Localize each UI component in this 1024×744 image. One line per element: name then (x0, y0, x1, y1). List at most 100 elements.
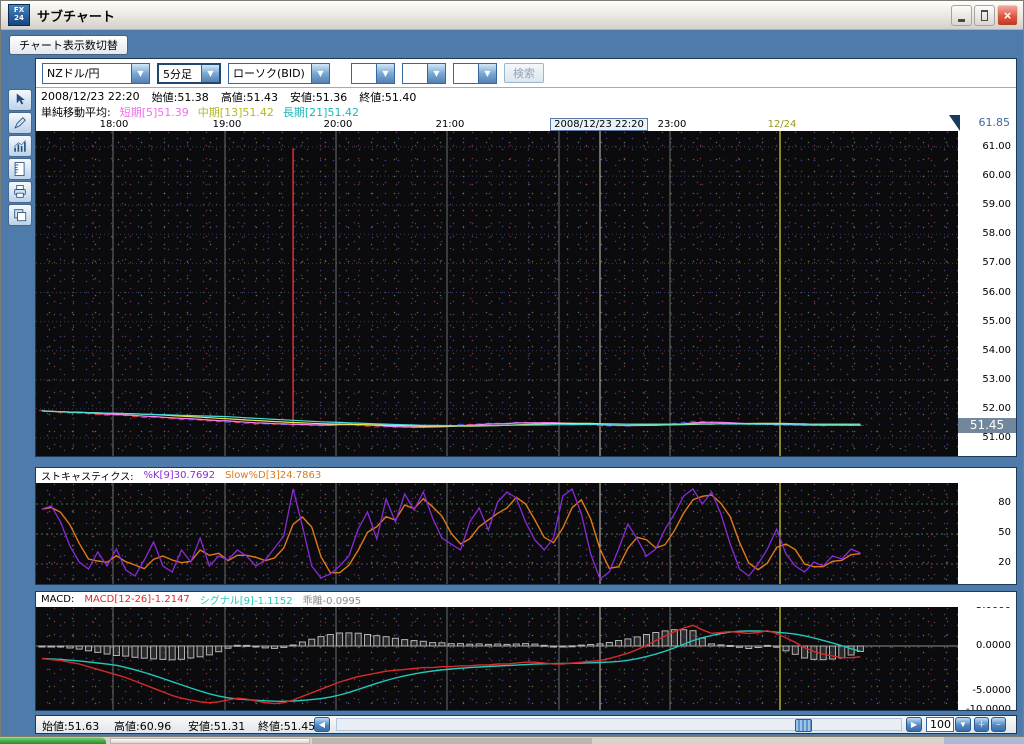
chart-scrollbar[interactable] (336, 718, 902, 731)
ma-label: 単純移動平均: (41, 104, 111, 120)
chevron-down-icon[interactable]: ▼ (478, 64, 496, 83)
scale-tool-button[interactable] (8, 158, 32, 180)
time-tick: 20:00 (324, 119, 353, 130)
zoom-select-arrow[interactable]: ▼ (955, 717, 971, 732)
ohlc-info-bar: 2008/12/23 22:20 始値:51.38 高値:51.43 安値:51… (36, 88, 1016, 105)
chevron-down-icon[interactable]: ▼ (427, 64, 445, 83)
axis-tick: 80 (998, 497, 1011, 508)
session-low: 安値:51.31 (188, 718, 245, 734)
candlestick-chart[interactable] (36, 131, 958, 456)
app-window: FX 24 サブチャート × チャート表示数切替 NZドル/円 ▼ 5分足 ▼ (0, 0, 1024, 737)
maximize-button[interactable] (974, 5, 995, 26)
chevron-down-icon[interactable]: ▼ (376, 64, 394, 83)
stochastics-header: ストキャスティクス: %K[9]30.7692 Slow%D[3]24.7863 (36, 468, 1016, 483)
copy-icon (11, 206, 29, 224)
search-button[interactable]: 検索 (504, 63, 544, 83)
title-bar[interactable]: FX 24 サブチャート × (1, 1, 1023, 30)
ruler-icon (11, 160, 29, 178)
indicator-select-2[interactable]: ▼ (402, 63, 446, 84)
axis-tick: 56.00 (982, 287, 1011, 298)
maximize-icon (981, 10, 988, 21)
axis-tick: 61.00 (982, 141, 1011, 152)
chart-max-price-tag: 61.85 (960, 115, 1014, 131)
window-title: サブチャート (37, 6, 115, 25)
indicator-select-1[interactable]: ▼ (351, 63, 395, 84)
axis-tick: 53.00 (982, 374, 1011, 385)
app-icon: FX 24 (8, 4, 30, 26)
scroll-left-button[interactable]: ◀ (314, 717, 330, 732)
stochastics-d-value: Slow%D[3]24.7863 (225, 470, 321, 481)
axis-tick: -10.0000 (966, 704, 1011, 710)
stochastics-k-value: %K[9]30.7692 (143, 470, 215, 481)
scrollbar-thumb[interactable] (795, 719, 812, 732)
candle-low: 安値:51.36 (290, 89, 347, 105)
macd-signal-value: シグナル[9]-1.1152 (200, 592, 293, 607)
candle-datetime: 2008/12/23 22:20 (41, 90, 140, 103)
scroll-right-button[interactable]: ▶ (906, 717, 922, 732)
axis-tick: 58.00 (982, 228, 1011, 239)
minimize-icon (958, 19, 965, 22)
ma-long-value: 長期[21]51.42 (283, 104, 359, 120)
start-button[interactable] (0, 737, 106, 744)
candle-close: 終値:51.40 (359, 89, 416, 105)
chevron-down-icon[interactable]: ▼ (201, 65, 219, 82)
stochastics-chart[interactable] (36, 483, 958, 584)
axis-tick: 5.0000 (976, 607, 1011, 611)
bottom-status-bar: 始値:51.63 高値:60.96 安値:51.31 終値:51.45 ◀ ▶ … (35, 715, 1017, 734)
chevron-down-icon[interactable]: ▼ (311, 64, 329, 83)
newday-tick: 12/24 (768, 119, 797, 130)
instrument-toolbar: NZドル/円 ▼ 5分足 ▼ ローソク(BID) ▼ ▼ ▼ ▼ 検索 (36, 59, 1016, 88)
zoom-level-input[interactable]: 100 (926, 717, 954, 732)
zoom-in-button[interactable]: ＋ (974, 717, 989, 732)
ma-mid-value: 中期[13]51.42 (198, 104, 274, 120)
axis-tick: 55.00 (982, 316, 1011, 327)
cursor-arrow-icon (11, 91, 29, 109)
chart-count-toggle-button[interactable]: チャート表示数切替 (9, 35, 128, 55)
axis-tick: 0.0000 (976, 640, 1011, 651)
save-tool-button[interactable] (8, 204, 32, 226)
bar-chart-icon (11, 137, 29, 155)
candle-open: 始値:51.38 (152, 89, 209, 105)
taskbar-button[interactable] (110, 738, 310, 744)
close-button[interactable]: × (997, 5, 1018, 26)
axis-tick: 57.00 (982, 257, 1011, 268)
selected-candle-time-box[interactable]: 2008/12/23 22:20 (550, 118, 648, 131)
close-icon: × (1004, 8, 1012, 23)
time-tick: 23:00 (658, 119, 687, 130)
taskbar (0, 737, 1024, 744)
macd-panel: MACD: MACD[12-26]-1.2147 シグナル[9]-1.1152 … (35, 591, 1017, 711)
select-tool-button[interactable] (8, 89, 32, 111)
macd-value: MACD[12-26]-1.2147 (84, 594, 189, 605)
minimize-button[interactable] (951, 5, 972, 26)
taskbar-button[interactable] (312, 738, 592, 744)
macd-chart[interactable] (36, 607, 958, 710)
axis-tick: 52.00 (982, 403, 1011, 414)
session-close: 終値:51.45 (258, 718, 315, 734)
system-tray (944, 737, 1024, 744)
chart-type-tool-button[interactable] (8, 135, 32, 157)
time-tick: 19:00 (213, 119, 242, 130)
chevron-down-icon[interactable]: ▼ (131, 64, 149, 83)
session-high: 高値:60.96 (114, 718, 171, 734)
candle-high: 高値:51.43 (221, 89, 278, 105)
chart-style-select[interactable]: ローソク(BID) ▼ (228, 63, 330, 84)
draw-tool-button[interactable] (8, 112, 32, 134)
axis-tick: 59.00 (982, 199, 1011, 210)
timeframe-select[interactable]: 5分足 ▼ (157, 63, 221, 84)
macd-header: MACD: MACD[12-26]-1.2147 シグナル[9]-1.1152 … (36, 592, 1016, 607)
current-price-tag: 51.45 (958, 418, 1016, 433)
stochastics-panel: ストキャスティクス: %K[9]30.7692 Slow%D[3]24.7863… (35, 467, 1017, 585)
axis-tick: 60.00 (982, 170, 1011, 181)
print-tool-button[interactable] (8, 181, 32, 203)
indicator-select-3[interactable]: ▼ (453, 63, 497, 84)
macd-axis: 5.00000.0000-5.0000-10.0000 (958, 607, 1016, 710)
time-tick: 21:00 (436, 119, 465, 130)
price-axis: 51.45 61.00 60.00 59.00 58.00 57.00 56.00 55.0… (958, 131, 1016, 456)
macd-label: MACD: (41, 594, 74, 605)
stochastics-label: ストキャスティクス: (41, 468, 133, 483)
moving-average-bar: 単純移動平均: 短期[5]51.39 中期[13]51.42 長期[21]51.… (36, 105, 1016, 119)
axis-tick: 50 (998, 527, 1011, 538)
zoom-out-button[interactable]: − (991, 717, 1006, 732)
currency-pair-select[interactable]: NZドル/円 ▼ (42, 63, 150, 84)
time-tick: 18:00 (100, 119, 129, 130)
